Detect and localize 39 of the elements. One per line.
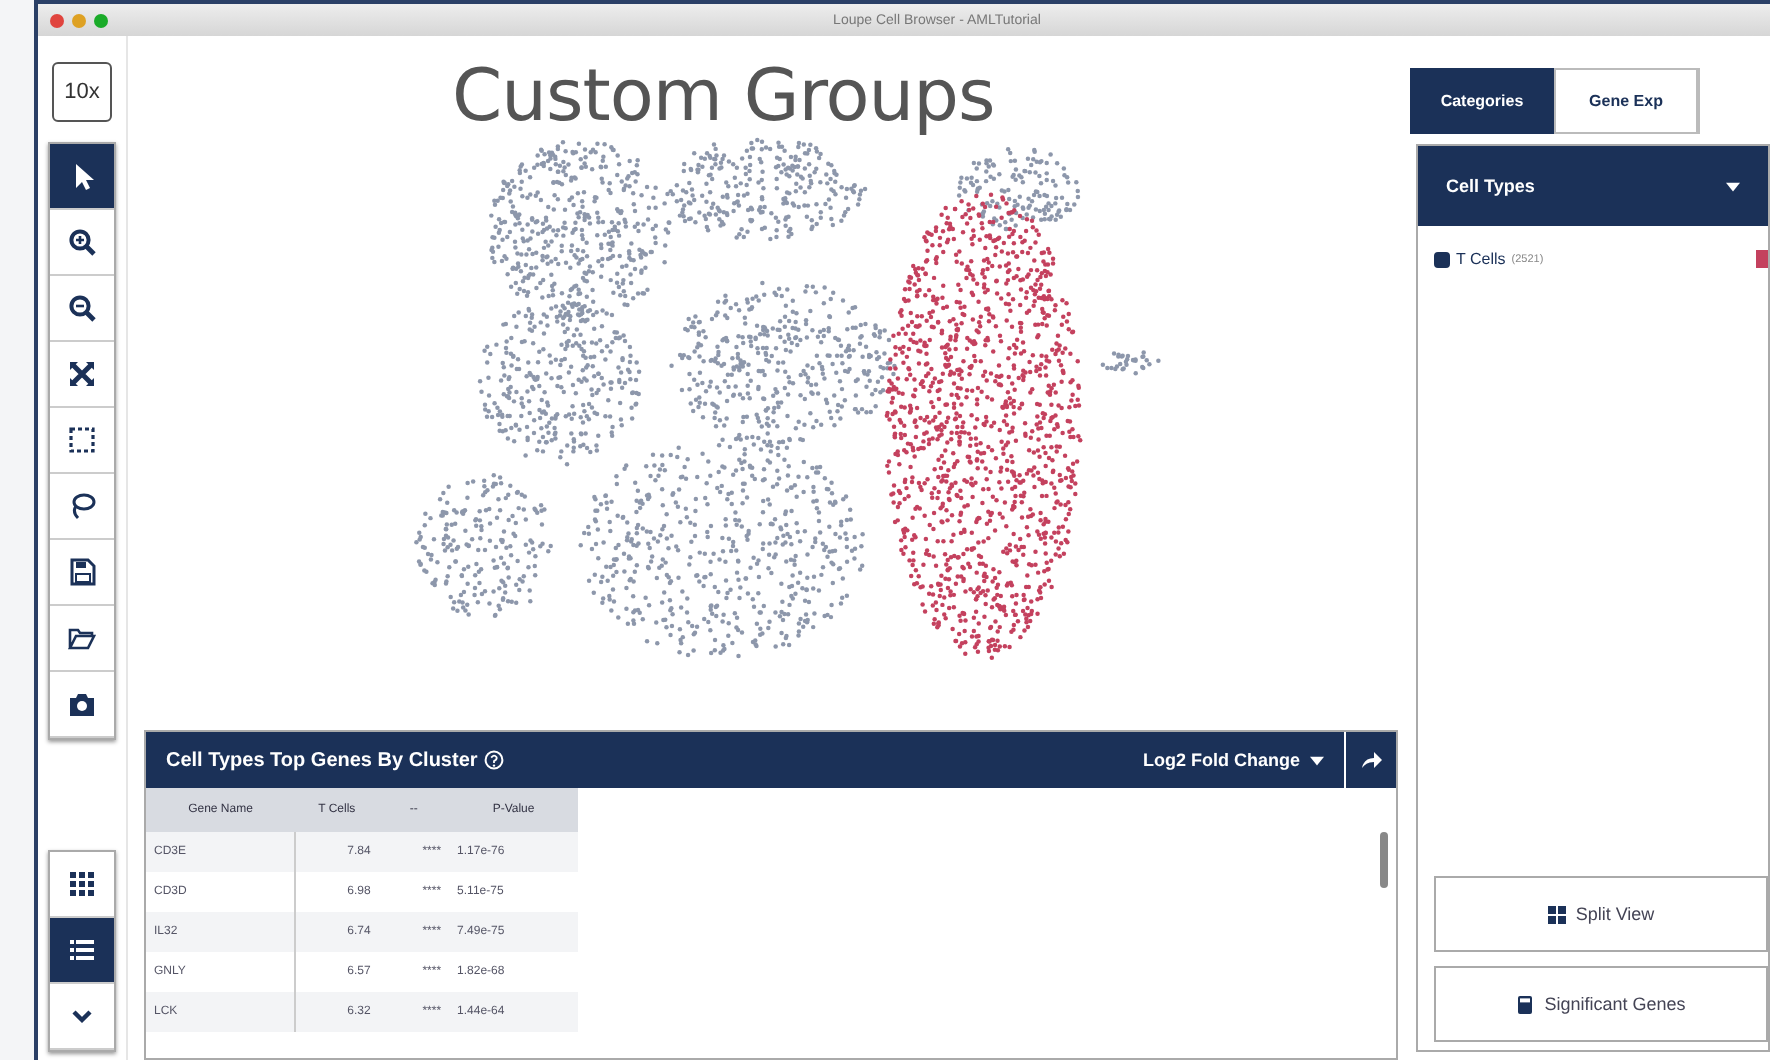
pointer-button[interactable]	[50, 144, 114, 210]
floppy-disk-button[interactable]	[50, 540, 114, 606]
category-dropdown[interactable]: Cell Types	[1418, 146, 1768, 226]
lasso-button[interactable]	[50, 474, 114, 540]
grid-icon	[68, 870, 96, 898]
help-icon	[483, 750, 504, 770]
camera-button[interactable]	[50, 672, 114, 738]
split-view-button[interactable]: Split View	[1434, 876, 1768, 952]
metric-dropdown[interactable]: Log2 Fold Change	[1123, 732, 1344, 788]
checkbox[interactable]	[1434, 251, 1450, 267]
grid-button[interactable]	[50, 852, 114, 918]
expand-arrows-button[interactable]	[50, 342, 114, 408]
zoom-in-button[interactable]	[50, 210, 114, 276]
expand-arrows-icon	[68, 360, 96, 388]
zoom-out-button[interactable]	[50, 276, 114, 342]
caret-icon	[1310, 755, 1324, 765]
share-arrow-icon	[1359, 750, 1383, 770]
folder-icon	[68, 624, 96, 652]
camera-icon	[68, 690, 96, 718]
dashed-box-icon	[68, 426, 96, 454]
dashed-box-button[interactable]	[50, 408, 114, 474]
calculator-icon	[1516, 995, 1535, 1013]
zoom-out-icon	[68, 294, 96, 322]
list-icon	[68, 936, 96, 964]
list-button[interactable]	[50, 918, 114, 984]
zoom-in-icon	[68, 228, 96, 256]
scrollbar	[1380, 832, 1388, 888]
caret-icon	[1726, 181, 1740, 191]
group-label: T Cells	[1456, 250, 1506, 268]
logo: 10x	[52, 62, 112, 122]
folder-button[interactable]	[50, 606, 114, 672]
grid-icon	[1547, 905, 1566, 923]
tab[interactable]: Categories	[1410, 68, 1554, 134]
chevron-down-button[interactable]	[50, 984, 114, 1050]
panel-title: Cell Types Top Genes By Cluster	[166, 749, 478, 771]
tab[interactable]: Gene Exp	[1554, 68, 1698, 134]
significant-genes-button[interactable]: Significant Genes	[1434, 966, 1768, 1042]
overlay-title: Custom Groups	[452, 56, 995, 138]
lasso-icon	[68, 492, 96, 520]
